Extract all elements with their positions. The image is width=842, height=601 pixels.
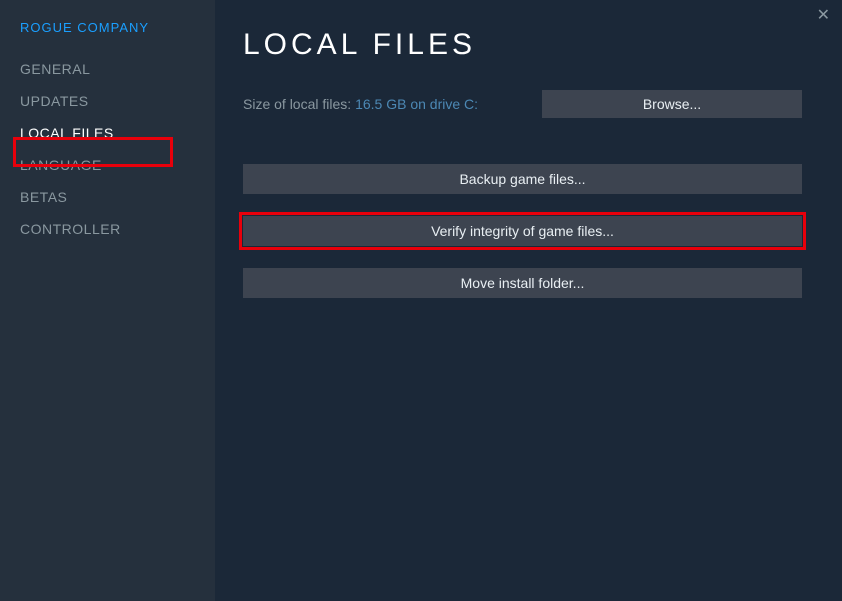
size-row: Size of local files: 16.5 GB on drive C:… — [243, 90, 802, 118]
size-text: Size of local files: 16.5 GB on drive C: — [243, 96, 478, 112]
close-icon[interactable]: ✕ — [817, 8, 830, 24]
sidebar-item-updates[interactable]: UPDATES — [0, 85, 215, 117]
actions: Backup game files... Verify integrity of… — [243, 164, 802, 298]
size-label: Size of local files: — [243, 96, 355, 112]
game-title: ROGUE COMPANY — [0, 20, 215, 53]
move-button[interactable]: Move install folder... — [243, 268, 802, 298]
page-title: LOCAL FILES — [243, 28, 802, 62]
sidebar-item-local-files[interactable]: LOCAL FILES — [0, 117, 215, 149]
main-panel: ✕ LOCAL FILES Size of local files: 16.5 … — [215, 0, 842, 601]
size-link[interactable]: 16.5 GB on drive C: — [355, 96, 478, 112]
sidebar-item-general[interactable]: GENERAL — [0, 53, 215, 85]
sidebar-item-betas[interactable]: BETAS — [0, 181, 215, 213]
sidebar-item-language[interactable]: LANGUAGE — [0, 149, 215, 181]
browse-button[interactable]: Browse... — [542, 90, 802, 118]
verify-button[interactable]: Verify integrity of game files... — [243, 216, 802, 246]
sidebar: ROGUE COMPANY GENERAL UPDATES LOCAL FILE… — [0, 0, 215, 601]
backup-button[interactable]: Backup game files... — [243, 164, 802, 194]
sidebar-item-controller[interactable]: CONTROLLER — [0, 213, 215, 245]
